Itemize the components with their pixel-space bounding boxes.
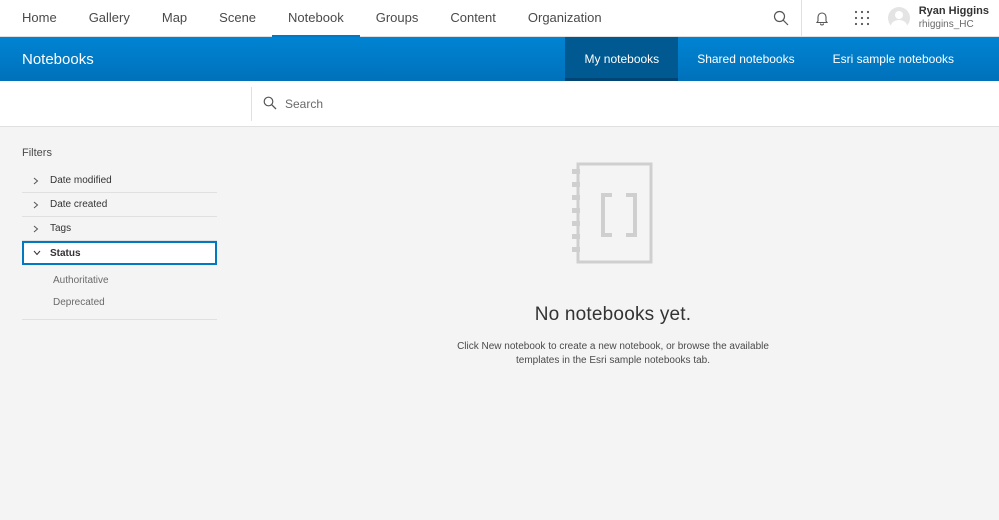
filter-label: Tags [50, 223, 72, 234]
nav-links: Home Gallery Map Scene Notebook Groups C… [0, 0, 762, 37]
nav-link-scene[interactable]: Scene [203, 0, 272, 37]
chevron-right-icon [22, 225, 50, 233]
chevron-right-icon [22, 177, 50, 185]
status-option-authoritative[interactable]: Authoritative [22, 269, 217, 291]
bell-icon [815, 12, 828, 26]
nav-link-home[interactable]: Home [6, 0, 73, 37]
tab-shared-notebooks[interactable]: Shared notebooks [678, 37, 813, 81]
notebook-icon [572, 162, 653, 264]
filter-date-created[interactable]: Date created [22, 193, 217, 217]
filter-date-modified[interactable]: Date modified [22, 169, 217, 193]
tab-esri-sample-notebooks[interactable]: Esri sample notebooks [814, 37, 999, 81]
filter-label: Date modified [50, 175, 112, 186]
header-tabs: My notebooks Shared notebooks Esri sampl… [565, 37, 999, 81]
nav-link-gallery[interactable]: Gallery [73, 0, 146, 37]
status-option-deprecated[interactable]: Deprecated [22, 291, 217, 313]
filters-panel: Filters Date modified Date created Tags … [22, 147, 217, 320]
empty-state-message: Click New notebook to create a new noteb… [457, 341, 769, 366]
search-divider [251, 87, 252, 121]
search-input[interactable] [285, 92, 585, 116]
search-bar [0, 81, 999, 127]
user-info: Ryan Higgins rhiggins_HC [919, 4, 989, 32]
app-launcher-button[interactable] [842, 0, 882, 36]
user-username: rhiggins_HC [918, 19, 974, 30]
chevron-down-icon [24, 250, 50, 256]
filters-title: Filters [22, 147, 52, 159]
global-search-button[interactable] [762, 0, 802, 36]
nav-link-organization[interactable]: Organization [512, 0, 618, 37]
filter-status[interactable]: Status [22, 241, 217, 265]
page-header: Notebooks My notebooks Shared notebooks … [0, 37, 999, 81]
user-menu[interactable]: Ryan Higgins rhiggins_HC [882, 0, 999, 36]
avatar [887, 7, 910, 29]
nav-link-notebook[interactable]: Notebook [272, 0, 360, 37]
nav-link-content[interactable]: Content [434, 0, 512, 37]
app-launcher-icon [854, 10, 869, 26]
nav-tools: Ryan Higgins rhiggins_HC [762, 0, 999, 36]
filter-label: Status [50, 247, 81, 259]
empty-state-title: No notebooks yet. [534, 304, 692, 325]
filter-label: Date created [50, 199, 108, 210]
nav-link-map[interactable]: Map [146, 0, 203, 37]
filter-tags[interactable]: Tags [22, 217, 217, 241]
status-options: Authoritative Deprecated [22, 265, 217, 320]
user-name: Ryan Higgins [918, 5, 989, 17]
page-title: Notebooks [22, 50, 94, 68]
tab-my-notebooks[interactable]: My notebooks [565, 37, 679, 81]
search-icon [774, 10, 789, 26]
nav-link-groups[interactable]: Groups [360, 0, 435, 37]
top-navigation: Home Gallery Map Scene Notebook Groups C… [0, 0, 999, 37]
chevron-right-icon [22, 201, 50, 209]
search-icon [263, 96, 277, 110]
empty-state: No notebooks yet. Click New notebook to … [420, 160, 806, 368]
notifications-button[interactable] [802, 0, 842, 36]
